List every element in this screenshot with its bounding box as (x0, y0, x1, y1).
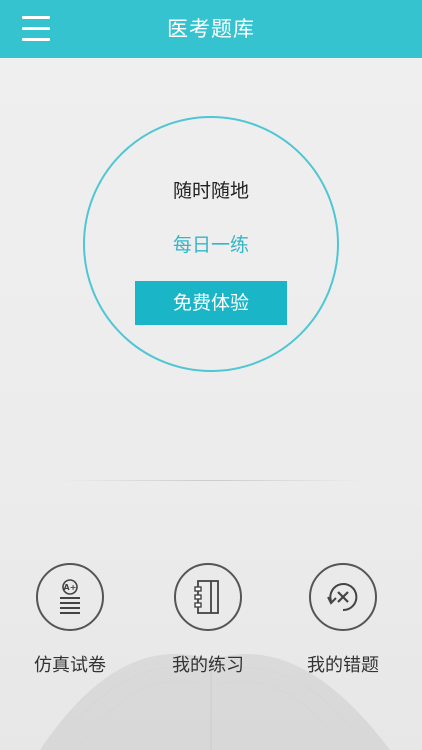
my-practice-label: 我的练习 (172, 655, 244, 676)
mock-exam-button[interactable]: A+ 仿真试卷 (15, 563, 125, 677)
exam-paper-icon: A+ (36, 563, 104, 631)
wrong-questions-icon (309, 563, 377, 631)
my-practice-button[interactable]: 我的练习 (153, 563, 263, 677)
notebook-icon (174, 563, 242, 631)
mock-exam-label: 仿真试卷 (34, 655, 106, 676)
my-mistakes-label: 我的错题 (307, 655, 379, 676)
slogan-line-1: 随时随地 (172, 180, 249, 202)
exam-badge-text: A+ (64, 583, 77, 592)
free-trial-button[interactable]: 免费体验 (135, 281, 287, 325)
my-mistakes-button[interactable]: 我的错题 (288, 563, 398, 677)
page-title: 医考题库 (167, 17, 255, 41)
main-content: 随时随地 每日一练 免费体验 A+ 仿真试卷 我的练习 我的错题 (0, 58, 422, 750)
divider (60, 480, 362, 481)
slogan-line-2: 每日一练 (172, 234, 249, 256)
top-app-bar: 医考题库 (0, 0, 422, 58)
